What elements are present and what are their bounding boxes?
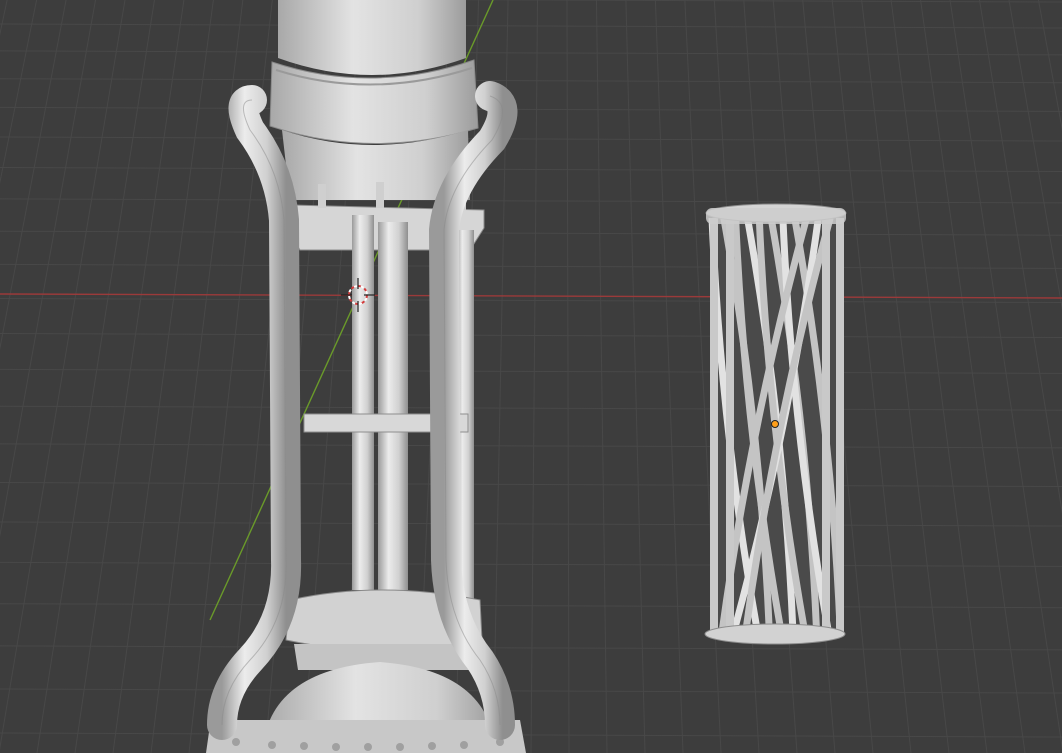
grid-line [0, 368, 1062, 374]
grid-line [0, 688, 1062, 694]
cage-slat [710, 218, 718, 632]
grid-line [0, 198, 1062, 204]
object-origin-icon [771, 420, 779, 428]
cage-slat [726, 218, 734, 632]
3d-viewport[interactable] [0, 0, 1062, 753]
cage-slat [836, 218, 844, 632]
grid-line [0, 50, 1062, 56]
grid-line [0, 136, 1062, 142]
left-coolant-pipe [207, 85, 302, 740]
x-axis-line [0, 293, 1062, 299]
twisted-cage-cylinder[interactable] [704, 203, 847, 645]
grid-line [0, 106, 1062, 112]
grid-line [625, 0, 646, 753]
grid-line [0, 482, 1062, 487]
grid-line [0, 23, 1062, 29]
grid-line [0, 298, 1062, 303]
grid-line [0, 78, 1062, 84]
engine-top-tank [278, 0, 466, 75]
cage-bottom-rim [704, 623, 846, 645]
grid-line [566, 0, 570, 753]
grid-line [0, 645, 1062, 651]
grid-line [398, 0, 1062, 3]
grid-line [0, 333, 1062, 338]
grid-line [530, 0, 539, 753]
grid-line [0, 443, 1062, 449]
grid-line [0, 230, 1062, 236]
grid-line [654, 0, 684, 753]
central-strut [378, 222, 408, 590]
central-strut [352, 215, 374, 590]
grid-line [0, 263, 1062, 269]
viewport-canvas[interactable] [0, 0, 1062, 753]
engine-assembly[interactable] [206, 0, 526, 753]
grid-line [0, 561, 1062, 567]
grid-line [0, 521, 1062, 527]
grid-line [0, 603, 1062, 609]
cage-slat [822, 218, 830, 632]
floor-grid [0, 0, 1062, 753]
grid-line [684, 0, 722, 753]
